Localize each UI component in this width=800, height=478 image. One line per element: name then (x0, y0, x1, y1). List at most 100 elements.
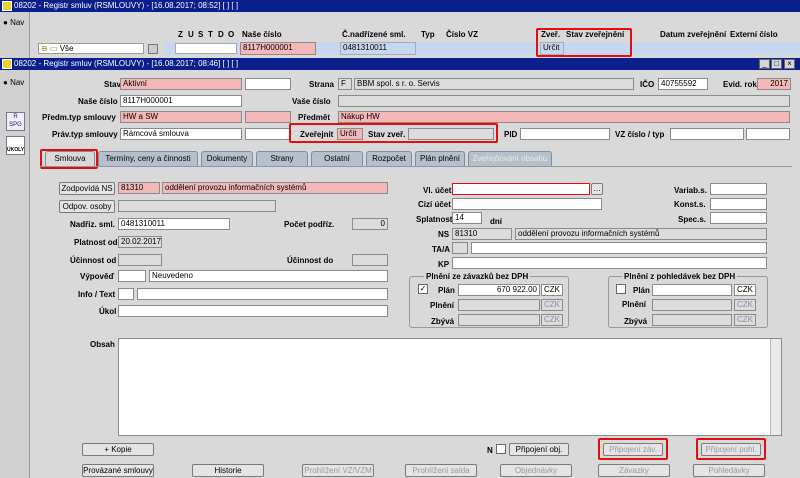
plan-pohl-currency[interactable]: CZK (734, 284, 756, 296)
col-typ[interactable]: Typ (421, 30, 435, 39)
konst-label: Konst.s. (674, 200, 706, 209)
kp-field[interactable] (452, 257, 767, 269)
vase-cislo-field[interactable] (338, 95, 790, 107)
odpov-osoby-button[interactable]: Odpov. osoby (59, 200, 115, 213)
splatnost-field[interactable]: 14 (452, 212, 482, 224)
plan-zav-checkbox[interactable]: ✓ (418, 284, 428, 294)
plneni-zav-currency[interactable]: CZK (541, 299, 563, 311)
platnost-field[interactable]: 20.02.2017 (118, 236, 162, 248)
col-nase-cislo[interactable]: Naše číslo (242, 30, 282, 39)
nadriz-field[interactable]: 0481310011 (118, 218, 230, 230)
plan-zav-currency[interactable]: CZK (541, 284, 563, 296)
ns-code-field[interactable]: 81310 (452, 228, 512, 240)
vz-typ-field[interactable] (746, 128, 790, 140)
tab-ostatni[interactable]: Ostatní (311, 151, 363, 166)
strana-code-field[interactable]: F (338, 78, 352, 90)
konst-field[interactable] (710, 198, 767, 210)
maximize-button[interactable]: □ (771, 59, 782, 69)
obsah-textarea[interactable] (118, 338, 782, 436)
stav-field[interactable]: Aktivní (120, 78, 242, 90)
col-externi[interactable]: Externí číslo (730, 30, 778, 39)
n-checkbox[interactable] (496, 444, 506, 454)
col-datum-zver[interactable]: Datum zveřejnění (660, 30, 726, 39)
plneni-zav-field[interactable] (458, 299, 540, 311)
row-c-nadrizene[interactable]: 0481310011 (340, 42, 416, 55)
variab-field[interactable] (710, 183, 767, 195)
prohlizeni-salda-button: Prohlížení salda (405, 464, 477, 477)
tab-dokumenty[interactable]: Dokumenty (201, 151, 253, 166)
zodpovida-button[interactable]: Zodpovídá NS (59, 182, 115, 195)
text-field[interactable] (137, 288, 388, 300)
evid-rok-field[interactable]: 2017 (757, 78, 791, 90)
predm-typ-field[interactable]: HW a SW (120, 111, 242, 123)
tasks-icon[interactable]: ÚKOLY (6, 136, 25, 155)
ucinnost-do-label: Účinnost do (287, 256, 334, 265)
row-nase-cislo[interactable]: 8117H000001 (240, 42, 316, 55)
nase-cislo-field[interactable]: 8117H000001 (120, 95, 242, 107)
plan-pohl-checkbox[interactable] (616, 284, 626, 294)
zbyva-pohl-currency[interactable]: CZK (734, 314, 756, 326)
ucinnost-do-field[interactable] (352, 254, 388, 266)
historie-button[interactable]: Historie (192, 464, 264, 477)
odpov-osoby-field[interactable] (118, 200, 276, 212)
col-c-nadrizene[interactable]: Č.nadřízené sml. (342, 30, 406, 39)
ucinnost-od-label: Účinnost od (70, 256, 117, 265)
pid-field[interactable] (520, 128, 610, 140)
row-checkboxes[interactable] (175, 43, 237, 54)
ucinnost-od-field[interactable] (118, 254, 162, 266)
vypoved-field[interactable] (118, 270, 146, 282)
ns-name-field[interactable]: oddělení provozu informačních systémů (515, 228, 767, 240)
spg-icon[interactable]: R SPG (6, 112, 25, 131)
tab-plan-plneni[interactable]: Plán plnění (415, 151, 465, 166)
vl-ucet-field[interactable] (452, 183, 590, 195)
predm-typ-extra-field[interactable] (245, 111, 291, 123)
close-button[interactable]: × (784, 59, 795, 69)
nase-cislo-label: Naše číslo (78, 97, 118, 106)
tab-zverejnovani: Zveřejňování obsahu (468, 151, 552, 166)
spec-field[interactable] (710, 212, 767, 224)
plneni-pohl-field[interactable] (652, 299, 732, 311)
vypoved-text-field[interactable]: Neuvedeno (149, 270, 388, 282)
main-nav-label[interactable]: ● Nav (3, 78, 24, 87)
plan-zav-field[interactable]: 670 922.00 (458, 284, 540, 296)
main-window-titlebar: 08202 - Registr smluv (RSMLOUVY) - [16.0… (0, 58, 800, 70)
strana-field[interactable]: BBM spol. s r. o. Servis (354, 78, 634, 90)
top-nav-label[interactable]: ● Nav (3, 18, 24, 27)
ukol-field[interactable] (118, 305, 388, 317)
zbyva-zav-currency[interactable]: CZK (541, 314, 563, 326)
info-field[interactable] (118, 288, 134, 300)
prav-typ-extra-field[interactable] (245, 128, 291, 140)
provazane-smlouvy-button[interactable]: Provázané smlouvy (82, 464, 154, 477)
zodp-name-field[interactable]: oddělení provozu informačních systémů (162, 182, 388, 194)
col-letter-t: T (208, 30, 213, 39)
kopie-button[interactable]: + Kopie (82, 443, 154, 456)
tree-scroll-button[interactable] (148, 44, 158, 54)
zbyva-pohl-field[interactable] (652, 314, 732, 326)
pripojeni-obj-button[interactable]: Připojení obj. (509, 443, 569, 456)
vl-ucet-lookup-button[interactable]: … (591, 183, 603, 195)
zbyva-zav-field[interactable] (458, 314, 540, 326)
obsah-scrollbar[interactable] (770, 339, 781, 435)
prohlizeni-vz-button: Prohlížení VZ/VZM (302, 464, 374, 477)
tab-rozpocet[interactable]: Rozpočet (366, 151, 412, 166)
plan-pohl-field[interactable] (652, 284, 732, 296)
taa-code-field[interactable] (452, 242, 468, 254)
ico-field[interactable]: 40755592 (658, 78, 708, 90)
minimize-button[interactable]: _ (759, 59, 770, 69)
zodp-code-field[interactable]: 81310 (118, 182, 160, 194)
vz-cislo-field[interactable] (670, 128, 744, 140)
predmet-field[interactable]: Nákup HW (338, 111, 790, 123)
tab-terminy[interactable]: Termíny, ceny a činnosti (98, 151, 198, 166)
stav-extra-field[interactable] (245, 78, 291, 90)
col-cislo-vz[interactable]: Číslo VZ (446, 30, 478, 39)
cizi-ucet-field[interactable] (452, 198, 602, 210)
zbyva-zav-label: Zbývá (431, 317, 455, 326)
tree-node[interactable]: ⊖ ▭ Vše (38, 43, 144, 54)
tab-strany[interactable]: Strany (256, 151, 308, 166)
taa-field[interactable] (471, 242, 767, 254)
plan-pohl-label: Plán (633, 286, 650, 295)
plneni-pohl-currency[interactable]: CZK (734, 299, 756, 311)
prav-typ-field[interactable]: Rámcová smlouva (120, 128, 242, 140)
pocet-field[interactable]: 0 (352, 218, 388, 230)
highlight-top-publish (536, 28, 632, 57)
